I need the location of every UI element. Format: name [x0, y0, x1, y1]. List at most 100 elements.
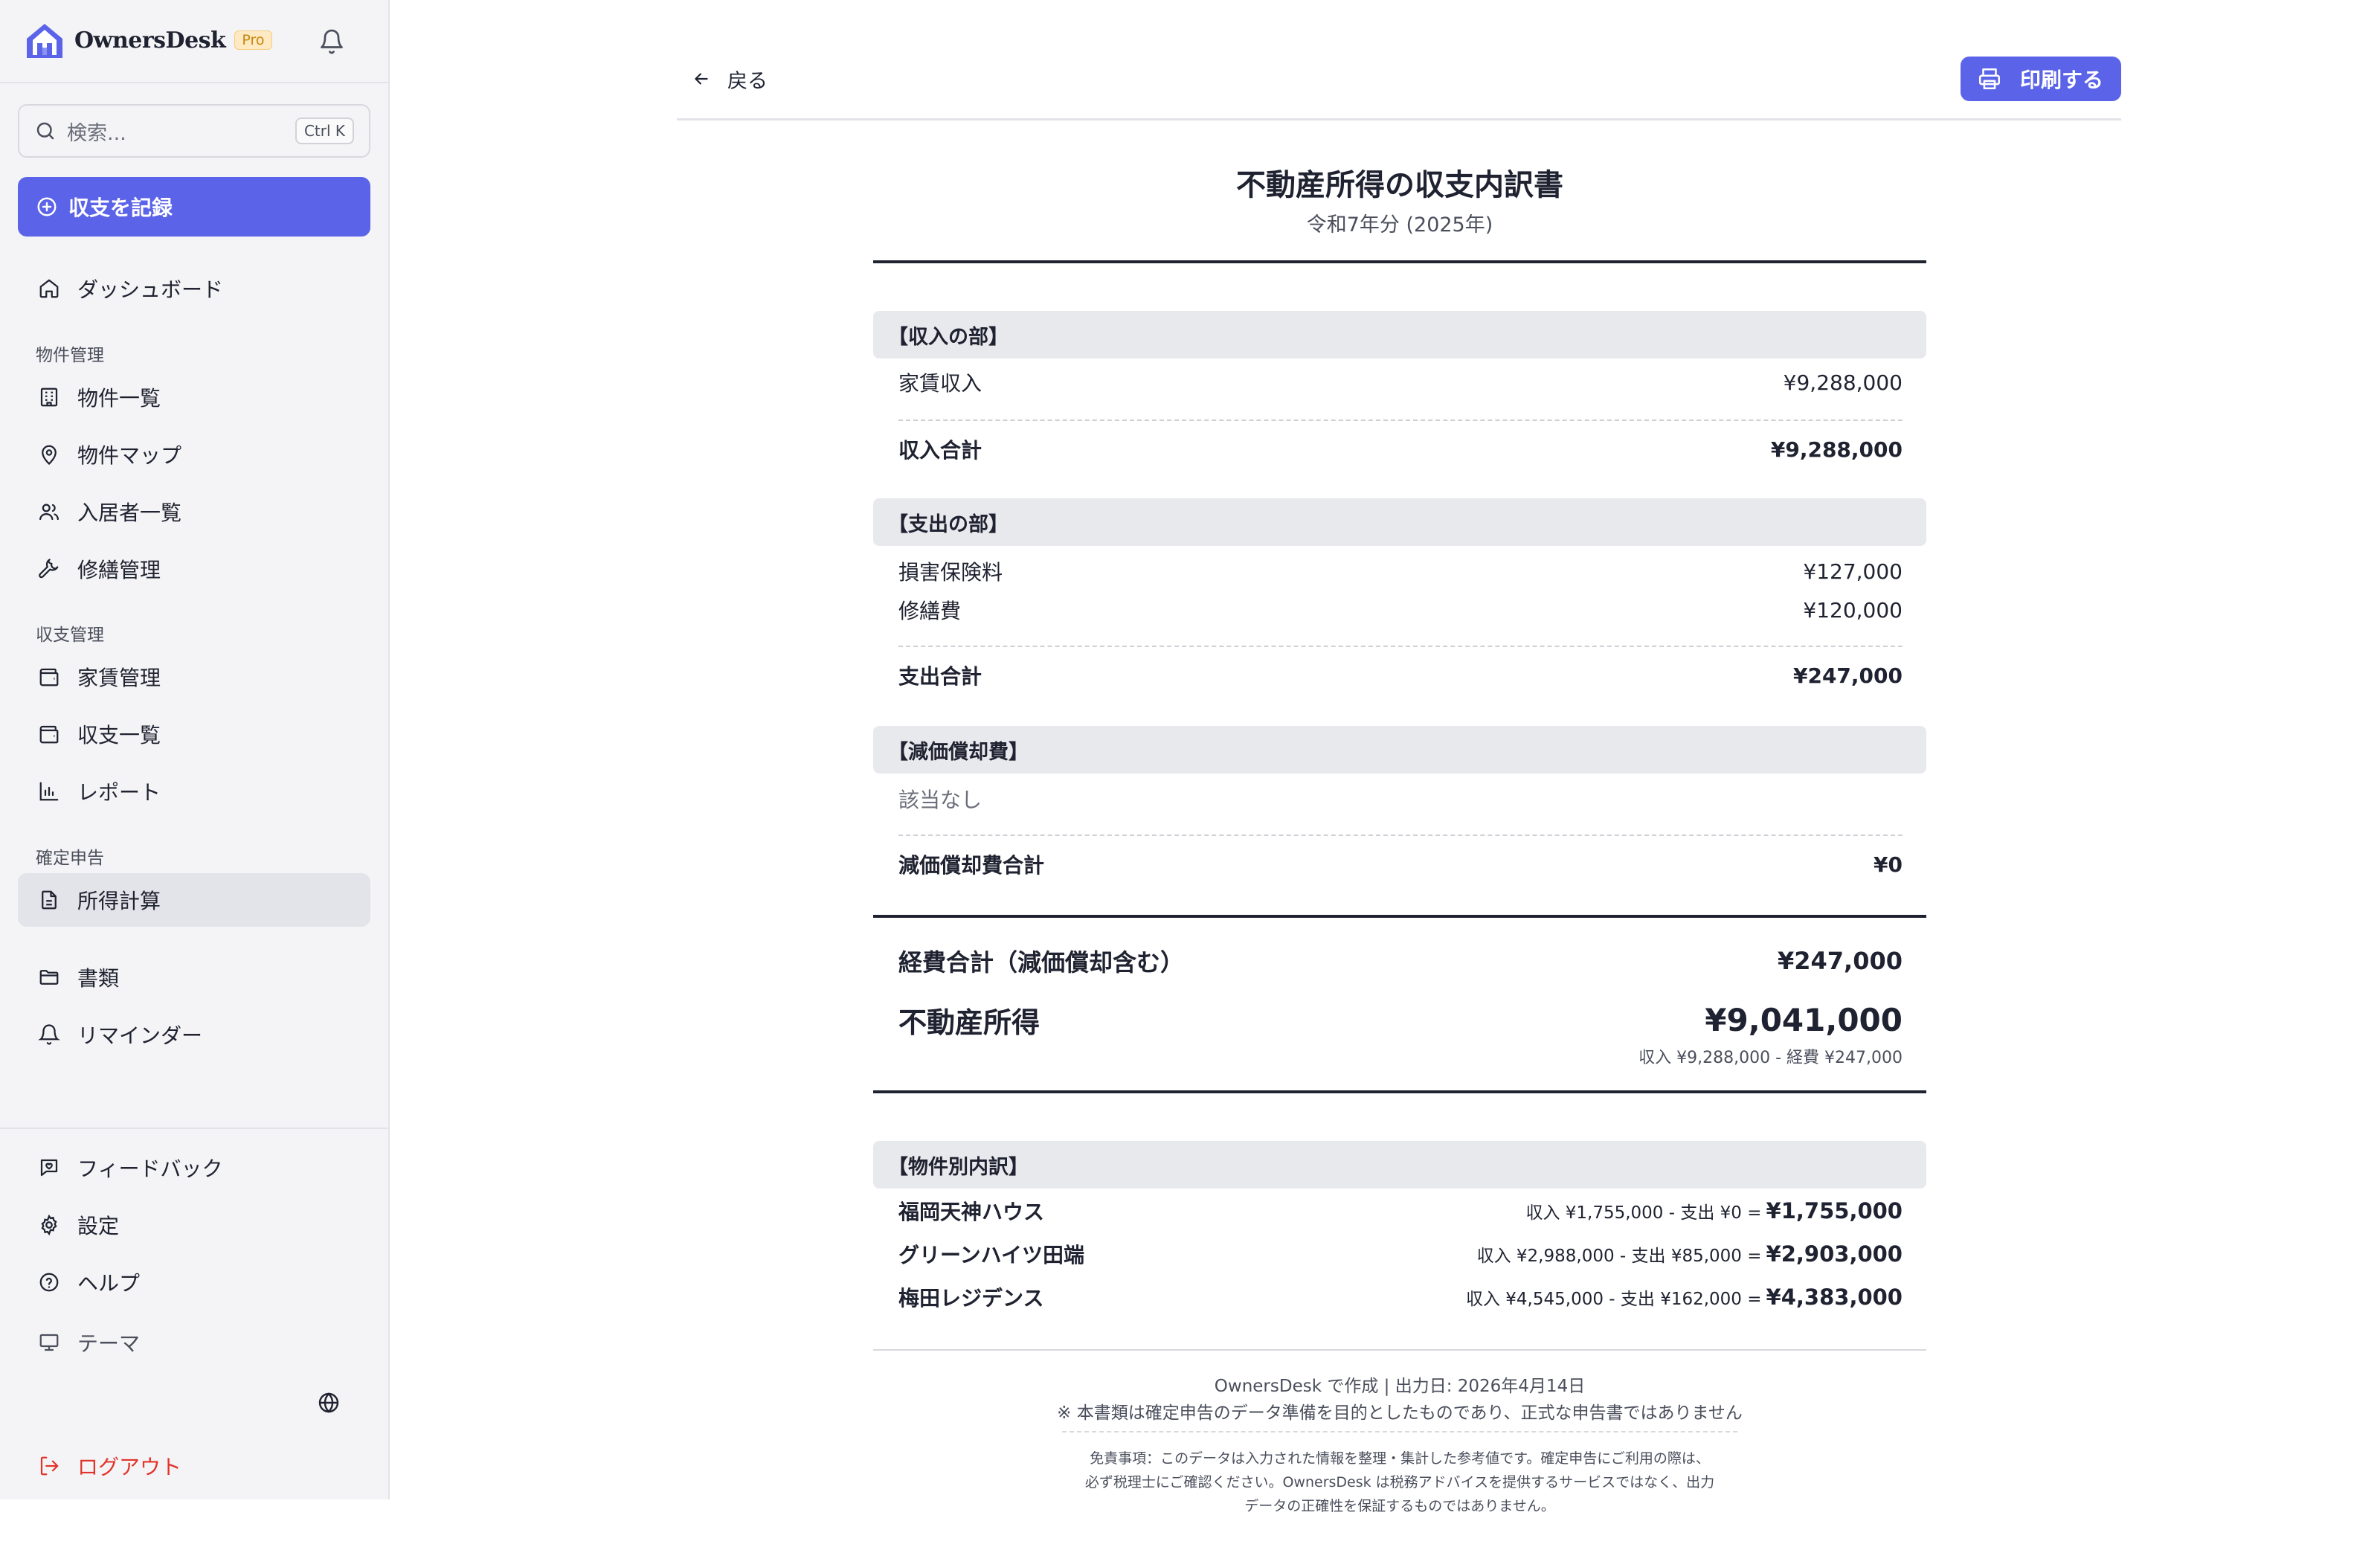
nav-label: 入居者一覧 — [77, 501, 182, 525]
building-icon — [36, 384, 62, 411]
property-formula: 収入 ¥1,755,000 - 支出 ¥0 = — [1525, 1203, 1762, 1223]
search-shortcut: Ctrl K — [295, 118, 354, 144]
nav-reminders[interactable]: リマインダー — [18, 1008, 370, 1061]
globe-icon — [318, 1392, 339, 1413]
nav-section-tax: 確定申告 — [36, 849, 104, 868]
nav-reports[interactable]: レポート — [18, 765, 370, 818]
search-placeholder: 検索... — [67, 121, 126, 145]
property-result: ¥4,383,000 — [1766, 1284, 1903, 1310]
bell-icon — [36, 1021, 62, 1048]
depreciation-section-header: 【減価償却費】 — [873, 726, 1926, 774]
house-logo-icon — [27, 24, 62, 58]
nav-properties[interactable]: 物件一覧 — [18, 370, 370, 424]
income-section-header: 【収入の部】 — [873, 311, 1926, 358]
depreciation-empty-row: 該当なし — [898, 781, 1903, 817]
property-calc: 収入 ¥4,545,000 - 支出 ¥162,000 = ¥4,383,000 — [1466, 1284, 1903, 1310]
property-row: 梅田レジデンス 収入 ¥4,545,000 - 支出 ¥162,000 = ¥4… — [898, 1278, 1903, 1316]
map-pin-icon — [36, 441, 62, 468]
nav-feedback[interactable]: フィードバック — [18, 1141, 370, 1194]
divider — [873, 1090, 1926, 1093]
print-label: 印刷する — [2020, 68, 2104, 92]
plus-circle-icon — [37, 197, 57, 216]
property-formula: 収入 ¥4,545,000 - 支出 ¥162,000 = — [1465, 1290, 1762, 1309]
back-button[interactable]: 戻る — [692, 62, 768, 95]
expense-row: 修繕費 ¥120,000 — [898, 592, 1903, 628]
brand[interactable]: OwnersDesk Pro — [22, 16, 272, 64]
nav-logout[interactable]: ログアウト — [18, 1439, 370, 1493]
nav-label: ダッシュボード — [77, 277, 224, 302]
divider — [898, 835, 1903, 836]
page-title: 不動産所得の収支内訳書 — [1236, 168, 1563, 202]
nav-label: 修繕管理 — [77, 558, 161, 582]
divider — [898, 646, 1903, 647]
nav-rent[interactable]: 家賃管理 — [18, 650, 370, 704]
nav-property-map[interactable]: 物件マップ — [18, 428, 370, 481]
nav-income-calc[interactable]: 所得計算 — [18, 873, 370, 927]
summary-value: ¥9,041,000 — [1705, 1001, 1903, 1038]
language-button[interactable] — [312, 1386, 345, 1419]
calc-note: 収入 ¥9,288,000 - 経費 ¥247,000 — [1638, 1049, 1903, 1067]
nav-transactions[interactable]: 収支一覧 — [18, 707, 370, 761]
summary-label: 経費合計（減価償却含む） — [898, 948, 1185, 977]
search-icon — [36, 122, 54, 140]
real-estate-income-row: 不動産所得 ¥9,041,000 — [898, 995, 1903, 1044]
nav-tenants[interactable]: 入居者一覧 — [18, 485, 370, 538]
property-name: 福岡天神ハウス — [898, 1200, 1045, 1224]
arrow-left-icon — [695, 73, 708, 85]
nav-documents[interactable]: 書類 — [18, 951, 370, 1004]
help-icon — [36, 1269, 62, 1296]
total-label: 収入合計 — [898, 438, 982, 463]
total-value: ¥247,000 — [1792, 663, 1903, 688]
footer-disclaimer: 免責事項：このデータは入力された情報を整理・集計した参考値です。確定申告にご利用… — [1090, 1450, 1710, 1467]
feedback-icon — [36, 1154, 62, 1181]
sidebar-divider — [0, 1128, 390, 1129]
summary-label: 不動産所得 — [898, 1006, 1041, 1039]
expense-summary-row: 経費合計（減価償却含む） ¥247,000 — [898, 940, 1903, 982]
empty-label: 該当なし — [898, 788, 982, 812]
footer-disclaimer: データの正確性を保証するものではありません。 — [1244, 1498, 1555, 1514]
record-transaction-button[interactable]: 収支を記録 — [18, 177, 370, 237]
wallet-icon — [36, 663, 62, 690]
nav-dashboard[interactable]: ダッシュボード — [18, 262, 370, 315]
expense-section-header: 【支出の部】 — [873, 498, 1926, 546]
folder-icon — [36, 964, 62, 991]
total-label: 支出合計 — [898, 664, 982, 689]
footer-notice: ※ 本書類は確定申告のデータ準備を目的としたものであり、正式な申告書ではありませ… — [1057, 1403, 1743, 1423]
divider — [873, 260, 1926, 263]
logout-icon — [36, 1453, 62, 1479]
row-value: ¥9,288,000 — [1783, 370, 1903, 395]
nav-label: フィードバック — [77, 1157, 223, 1181]
divider — [898, 419, 1903, 421]
row-value: ¥127,000 — [1803, 559, 1903, 584]
row-label: 損害保険料 — [898, 560, 1003, 585]
divider — [1062, 1431, 1737, 1432]
bell-icon — [321, 29, 343, 54]
nav-label: ヘルプ — [77, 1271, 141, 1296]
nav-label: 設定 — [77, 1214, 120, 1238]
nav-label: ログアウト — [77, 1455, 182, 1479]
home-icon — [36, 275, 62, 302]
nav-repairs[interactable]: 修繕管理 — [18, 542, 370, 596]
monitor-icon — [36, 1329, 62, 1356]
nav-label: 書類 — [77, 966, 120, 991]
nav-label: 物件マップ — [77, 443, 182, 468]
property-row: グリーンハイツ田端 収入 ¥2,988,000 - 支出 ¥85,000 = ¥… — [898, 1235, 1903, 1273]
summary-value: ¥247,000 — [1777, 947, 1903, 975]
nav-theme[interactable]: テーマ — [18, 1316, 370, 1369]
printer-icon — [1978, 68, 2001, 90]
nav-label: テーマ — [77, 1331, 141, 1356]
nav-settings[interactable]: 設定 — [18, 1198, 370, 1252]
page-subtitle: 令和7年分 (2025年) — [1306, 213, 1493, 237]
notifications-button[interactable] — [315, 25, 348, 58]
nav-label: 収支一覧 — [77, 723, 161, 747]
print-button[interactable]: 印刷する — [1961, 57, 2121, 101]
total-value: ¥0 — [1874, 852, 1903, 877]
divider — [873, 1349, 1926, 1351]
nav-section-property: 物件管理 — [36, 346, 104, 365]
search-input[interactable]: 検索... Ctrl K — [18, 104, 370, 158]
property-calc: 収入 ¥2,988,000 - 支出 ¥85,000 = ¥2,903,000 — [1477, 1241, 1903, 1267]
nav-help[interactable]: ヘルプ — [18, 1255, 370, 1309]
row-label: 家賃収入 — [898, 371, 982, 396]
property-name: グリーンハイツ田端 — [898, 1243, 1085, 1267]
total-label: 減価償却費合計 — [898, 853, 1045, 878]
